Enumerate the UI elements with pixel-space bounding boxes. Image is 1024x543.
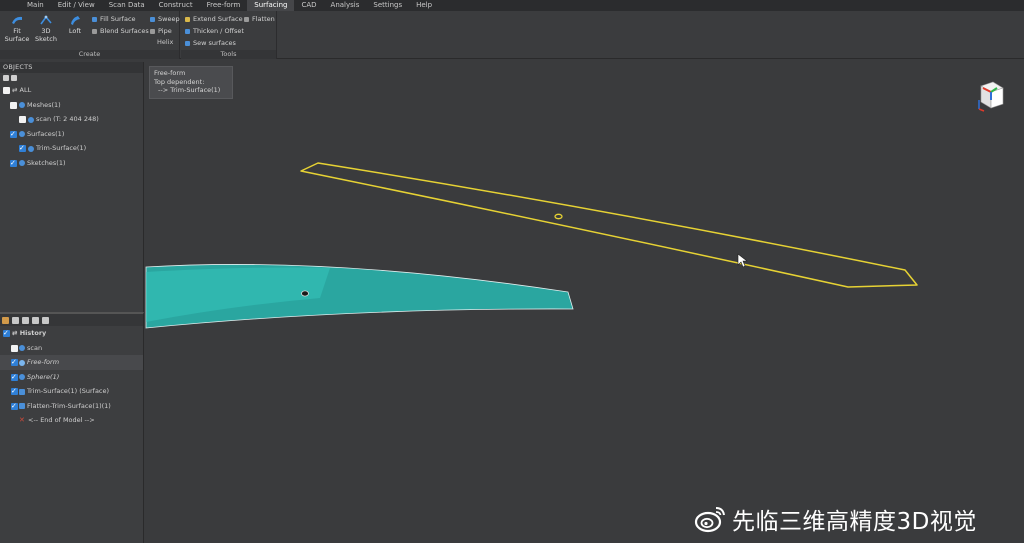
flattened-outline[interactable]: [300, 162, 918, 288]
view-cube-icon[interactable]: [973, 78, 1009, 114]
selection-info-box: Free-form Top dependent: --> Trim-Surfac…: [149, 66, 233, 99]
surface-point-marker: [301, 290, 309, 297]
info-line-1: Free-form: [154, 69, 186, 77]
app-window: Main Edit / View Scan Data Construct Fre…: [0, 0, 1024, 543]
info-line-2: Top dependent:: [154, 77, 205, 86]
info-line-3: --> Trim-Surface(1): [158, 86, 221, 94]
outline-hole-marker: [554, 213, 563, 220]
watermark-text: 先临三维高精度3D视觉: [732, 509, 977, 535]
watermark: 先临三维高精度3D视觉: [694, 501, 977, 537]
weibo-logo-icon: [694, 507, 725, 533]
